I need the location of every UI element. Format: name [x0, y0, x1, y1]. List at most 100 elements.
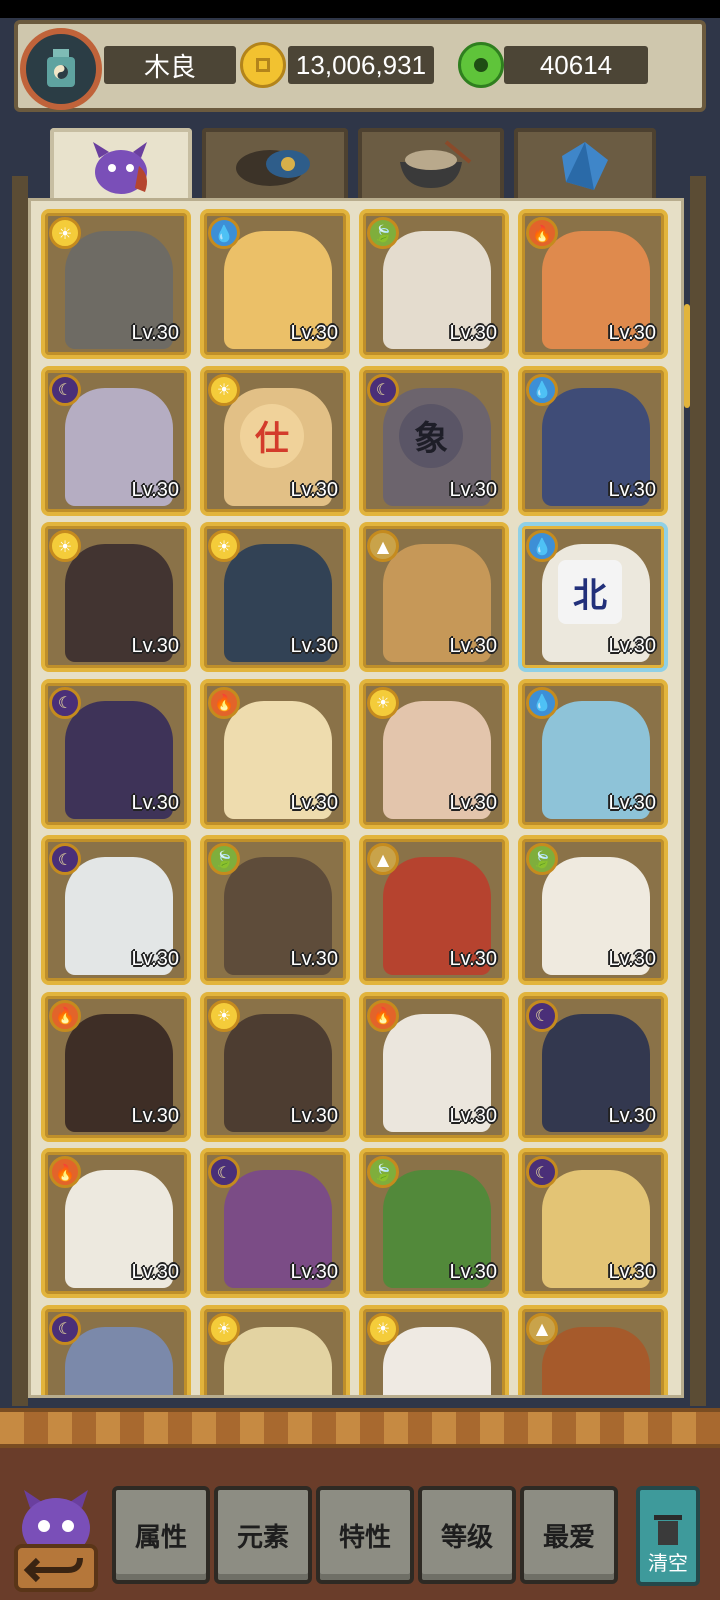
tab-items[interactable]: [202, 128, 348, 200]
clear-button[interactable]: 清空: [636, 1486, 700, 1586]
character-card[interactable]: ☀ Lv.30 仕: [200, 365, 350, 516]
crystal-icon: [562, 142, 608, 190]
moon-element-icon: ☾: [208, 1156, 240, 1188]
character-card[interactable]: ☾ Lv.30: [41, 678, 191, 829]
character-card[interactable]: ☀ Lv.30: [359, 678, 509, 829]
character-card[interactable]: ☾ Lv.30: [518, 991, 668, 1142]
character-card[interactable]: 🍃 Lv.30: [359, 1148, 509, 1298]
character-card[interactable]: 🍃 Lv.30: [518, 835, 668, 985]
tab-characters[interactable]: [50, 128, 192, 200]
sort-element-button[interactable]: 元素: [214, 1486, 312, 1584]
level-label: Lv.30: [290, 322, 338, 344]
character-card[interactable]: 🍃 Lv.30: [200, 835, 350, 985]
sort-level-button[interactable]: 等级: [418, 1486, 516, 1584]
character-card[interactable]: ☾: [41, 1304, 191, 1395]
level-label: Lv.30: [131, 1261, 179, 1283]
level-label: Lv.30: [608, 948, 656, 970]
sun-element-icon: ☀: [49, 217, 81, 249]
level-label: Lv.30: [608, 1104, 656, 1127]
sun-element-icon: ☀: [367, 1312, 399, 1345]
trash-icon: [654, 1515, 682, 1545]
level-label: Lv.30: [608, 635, 656, 657]
water-element-icon: 💧: [208, 217, 240, 249]
level-label: Lv.30: [290, 791, 338, 814]
character-card[interactable]: ☾ Lv.30 象: [359, 365, 509, 516]
fire-element-icon: 🔥: [526, 217, 558, 249]
moon-element-icon: ☾: [49, 1312, 81, 1345]
sun-element-icon: ☀: [49, 530, 81, 562]
character-card[interactable]: ☀: [200, 1304, 350, 1395]
back-button[interactable]: [10, 1486, 102, 1596]
level-label: Lv.30: [608, 1261, 656, 1283]
level-label: Lv.30: [290, 1261, 338, 1283]
character-card[interactable]: ☾ Lv.30: [518, 1148, 668, 1298]
earth-element-icon: ▲: [367, 530, 399, 562]
character-card[interactable]: ☀ Lv.30: [41, 522, 191, 672]
level-label: Lv.30: [449, 1104, 497, 1127]
gold-amount: 13,006,931: [288, 46, 434, 84]
moon-element-icon: ☾: [49, 843, 81, 875]
character-portrait: [542, 1326, 650, 1395]
character-card[interactable]: ☾ Lv.30: [41, 365, 191, 516]
leaf-element-icon: 🍃: [367, 1156, 399, 1188]
character-card[interactable]: ☀ Lv.30: [200, 991, 350, 1142]
system-status-bar: [0, 0, 720, 18]
character-card[interactable]: 🍃 Lv.30: [359, 209, 509, 359]
character-grid[interactable]: ☀ Lv.30 💧 Lv.30 🍃 Lv.30 🔥 Lv.30 ☾ Lv.30 ☀ Lv.30 仕 ☾ Lv…: [28, 198, 684, 1398]
moon-element-icon: ☾: [526, 1156, 558, 1188]
character-card[interactable]: ☀ Lv.30: [41, 209, 191, 359]
character-card[interactable]: 💧 Lv.30: [518, 365, 668, 516]
character-card[interactable]: 🔥 Lv.30: [41, 991, 191, 1142]
tab-food[interactable]: [358, 128, 504, 200]
moon-element-icon: ☾: [526, 999, 558, 1032]
level-label: Lv.30: [131, 478, 179, 501]
jade-currency-icon: [458, 42, 504, 88]
level-label: Lv.30: [449, 791, 497, 814]
character-card[interactable]: 💧 Lv.30: [200, 209, 350, 359]
character-card[interactable]: 💧 Lv.30 北: [518, 522, 668, 672]
sort-favorite-button[interactable]: 最爱: [520, 1486, 618, 1584]
clear-label: 清空: [648, 1551, 688, 1575]
level-label: Lv.30: [131, 635, 179, 657]
leaf-element-icon: 🍃: [367, 217, 399, 249]
sort-attribute-button[interactable]: 属性: [112, 1486, 210, 1584]
sun-element-icon: ☀: [208, 1312, 240, 1345]
character-card[interactable]: ▲ Lv.30: [359, 835, 509, 985]
earth-element-icon: ▲: [367, 843, 399, 875]
character-card[interactable]: ▲ Lv.30: [359, 522, 509, 672]
mahjong-tile-text: 北: [558, 560, 622, 624]
player-avatar[interactable]: [20, 28, 102, 110]
leaf-element-icon: 🍃: [208, 843, 240, 875]
disc-icon: [236, 150, 310, 186]
character-card[interactable]: ▲: [518, 1304, 668, 1395]
sun-element-icon: ☀: [208, 530, 240, 562]
water-element-icon: 💧: [526, 373, 558, 406]
level-label: Lv.30: [449, 322, 497, 344]
lantern-avatar-icon: [47, 49, 75, 87]
leaf-element-icon: 🍃: [526, 843, 558, 875]
character-card[interactable]: ☀: [359, 1304, 509, 1395]
sort-trait-button[interactable]: 特性: [316, 1486, 414, 1584]
level-label: Lv.30: [449, 635, 497, 657]
character-card[interactable]: ☀ Lv.30: [200, 522, 350, 672]
character-card[interactable]: ☾ Lv.30: [200, 1148, 350, 1298]
character-card[interactable]: 🔥 Lv.30: [359, 991, 509, 1142]
player-name: 木良: [104, 46, 236, 84]
level-label: Lv.30: [449, 1261, 497, 1283]
moon-element-icon: ☾: [49, 373, 81, 406]
character-card[interactable]: 🔥 Lv.30: [518, 209, 668, 359]
panel-frame-right: [690, 176, 706, 1406]
character-portrait: [65, 1326, 173, 1395]
grid-scrollbar[interactable]: [684, 304, 690, 408]
level-label: Lv.30: [608, 322, 656, 344]
character-card[interactable]: 💧 Lv.30: [518, 678, 668, 829]
character-card[interactable]: 🔥 Lv.30: [200, 678, 350, 829]
character-card[interactable]: 🔥 Lv.30: [41, 1148, 191, 1298]
tab-crystals[interactable]: [514, 128, 656, 200]
water-element-icon: 💧: [526, 686, 558, 719]
sun-element-icon: ☀: [208, 373, 240, 406]
jade-amount: 40614: [504, 46, 648, 84]
character-portrait: [383, 1326, 491, 1395]
fire-element-icon: 🔥: [367, 999, 399, 1032]
character-card[interactable]: ☾ Lv.30: [41, 835, 191, 985]
